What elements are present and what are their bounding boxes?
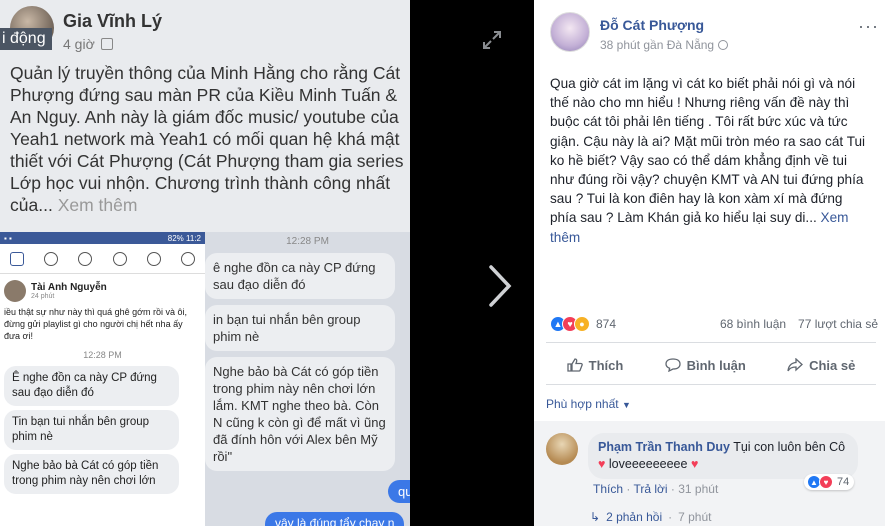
share-label: Chia sẻ bbox=[809, 357, 856, 373]
expand-icon[interactable] bbox=[482, 30, 502, 50]
groups-icon bbox=[78, 251, 93, 266]
post-text-body: Qua giờ cát im lặng vì cát ko biết phải … bbox=[550, 76, 866, 226]
comment-reaction-count: 74 bbox=[837, 476, 850, 488]
post-photo[interactable]: Gia Vĩnh Lý 4 giờ i động Quản lý truyền … bbox=[0, 0, 410, 526]
avatar bbox=[4, 280, 26, 302]
replies-count: 2 phản hồi bbox=[606, 510, 663, 524]
share-button[interactable]: Chia sẻ bbox=[787, 358, 855, 373]
comment-reactions[interactable]: ▲ ♥ 74 bbox=[804, 474, 855, 490]
engagement-counts: 68 bình luận 77 lượt chia sẻ bbox=[720, 317, 878, 331]
post-meta: 38 phút gần Đà Nẵng bbox=[600, 38, 729, 52]
phone-post-time: 24 phút bbox=[31, 293, 55, 300]
like-label: Thích bbox=[588, 357, 624, 373]
poster-time-text: 4 giờ bbox=[63, 36, 95, 52]
post-text: Qua giờ cát im lặng vì cát ko biết phải … bbox=[550, 74, 868, 247]
reaction-summary: ▲ ♥ ● 874 68 bình luận 77 lượt chia sẻ bbox=[550, 316, 878, 332]
phone-post-author: Tài Anh Nguyễn 24 phút bbox=[4, 280, 201, 302]
view-replies-link[interactable]: ↳ 2 phản hồi · 7 phút bbox=[590, 510, 712, 524]
globe-icon bbox=[718, 40, 729, 50]
comment-reply-link[interactable]: Trả lời bbox=[633, 482, 667, 496]
phone-nav-bar bbox=[0, 244, 205, 274]
commenter-avatar[interactable] bbox=[546, 433, 578, 465]
author-avatar[interactable] bbox=[550, 12, 590, 52]
video-icon bbox=[112, 251, 127, 266]
chat-bubble: ê nghe đồn ca này CP đứng sau đạo diễn đ… bbox=[205, 253, 395, 299]
phone-post-text: iều thật sự như này thì quá ghê gớm rồi … bbox=[4, 307, 188, 341]
like-button[interactable]: Thích bbox=[566, 357, 624, 373]
love-reaction-icon: ♥ bbox=[819, 475, 833, 489]
screenshot-see-more: Xem thêm bbox=[57, 195, 138, 215]
comment-actions: Thích · Trả lời · 31 phút bbox=[593, 482, 719, 496]
friends-icon bbox=[44, 251, 59, 266]
comment-sort-dropdown[interactable]: Phù hợp nhất ▼ bbox=[546, 397, 631, 411]
poster-name: Gia Vĩnh Lý bbox=[63, 11, 163, 31]
shares-count[interactable]: 77 lượt chia sẻ bbox=[798, 317, 878, 331]
comment-bubble: Phạm Trần Thanh Duy Tụi con luôn bên Cô … bbox=[588, 433, 858, 479]
angry-reaction-icon: ● bbox=[574, 316, 590, 332]
heart-emoji-icon: ♥ bbox=[598, 457, 606, 471]
thumbs-up-icon bbox=[566, 358, 583, 372]
comments-count[interactable]: 68 bình luận bbox=[720, 317, 786, 331]
chat-bubble: in bạn tui nhắn bên group phim nè bbox=[205, 305, 395, 351]
phone-post: Tài Anh Nguyễn 24 phút iều thật sự như n… bbox=[0, 274, 205, 504]
photo-viewer: Gia Vĩnh Lý 4 giờ i động Quản lý truyền … bbox=[0, 0, 885, 526]
comment-like-link[interactable]: Thích bbox=[593, 482, 623, 496]
commenter-name[interactable]: Phạm Trần Thanh Duy bbox=[598, 440, 730, 454]
post-panel: Đỗ Cát Phượng 38 phút gần Đà Nẵng ··· Qu… bbox=[534, 0, 885, 526]
chat-bubble: Tin bạn tui nhắn bên group phim nè bbox=[4, 410, 179, 450]
screenshot-phone: ▪ ▪ 82% 11:2 Tài Anh Nguyễn 24 phút iều … bbox=[0, 232, 205, 526]
author-name[interactable]: Đỗ Cát Phượng bbox=[600, 17, 728, 33]
reaction-icons[interactable]: ▲ ♥ ● bbox=[550, 316, 590, 332]
divider bbox=[546, 384, 876, 385]
comment-text: Tụi con luôn bên Cô bbox=[733, 440, 846, 454]
screenshot-body: Quản lý truyền thông của Minh Hằng cho r… bbox=[10, 62, 405, 216]
replies-time: 7 phút bbox=[678, 510, 712, 524]
reaction-count[interactable]: 874 bbox=[596, 317, 616, 331]
share-icon bbox=[787, 358, 804, 372]
divider bbox=[546, 342, 876, 343]
caret-down-icon: ▼ bbox=[621, 400, 631, 410]
chat-bubble-outgoing: vậy là đúng tẩy chay n bbox=[265, 512, 405, 526]
more-options-icon[interactable]: ··· bbox=[858, 16, 879, 37]
comment-icon bbox=[664, 358, 681, 372]
post-header: Đỗ Cát Phượng 38 phút gần Đà Nẵng bbox=[550, 12, 729, 52]
phone-status-text: 82% 11:2 bbox=[167, 233, 201, 243]
screenshot-body-text: Quản lý truyền thông của Minh Hằng cho r… bbox=[10, 63, 404, 215]
heart-emoji-icon: ♥ bbox=[690, 457, 699, 471]
news-feed-icon bbox=[10, 251, 25, 266]
chat-bubble: Nghe bảo bà Cát có góp tiền trong phim n… bbox=[4, 454, 179, 494]
reply-arrow-icon: ↳ bbox=[590, 510, 601, 524]
poster-time: 4 giờ bbox=[63, 36, 113, 52]
comment-text-2: loveeeeeeeee bbox=[608, 457, 688, 471]
phone-signal-icon: ▪ ▪ bbox=[4, 233, 12, 243]
phone-status-bar: ▪ ▪ 82% 11:2 bbox=[0, 232, 205, 244]
chat-bubble-outgoing: qu bbox=[388, 480, 410, 503]
comment-sort-label: Phù hợp nhất bbox=[546, 397, 619, 411]
screenshot-post: Gia Vĩnh Lý 4 giờ i động Quản lý truyền … bbox=[0, 0, 410, 232]
next-photo-arrow-icon[interactable] bbox=[487, 263, 513, 309]
bell-icon bbox=[146, 251, 161, 266]
chat-bubble: Nghe bảo bà Cát có góp tiền trong phim n… bbox=[205, 357, 395, 471]
post-meta-text[interactable]: 38 phút gần Đà Nẵng bbox=[600, 38, 714, 52]
comment-button[interactable]: Bình luận bbox=[664, 357, 746, 373]
status-overlay: i động bbox=[0, 28, 52, 50]
comment-label: Bình luận bbox=[686, 357, 746, 373]
post-actions: Thích Bình luận Chia sẻ bbox=[546, 348, 876, 382]
comment-time[interactable]: 31 phút bbox=[678, 482, 718, 496]
menu-icon bbox=[180, 251, 195, 266]
screenshot-chat: 12:28 PM ê nghe đồn ca này CP đứng sau đ… bbox=[205, 232, 410, 526]
phone-author-name: Tài Anh Nguyễn bbox=[31, 282, 107, 293]
phone-chat-time: 12:28 PM bbox=[83, 350, 122, 360]
chat-time: 12:28 PM bbox=[286, 236, 329, 247]
audience-icon bbox=[100, 38, 113, 50]
chat-bubble: Ê nghe đồn ca này CP đứng sau đạo diễn đ… bbox=[4, 366, 179, 406]
